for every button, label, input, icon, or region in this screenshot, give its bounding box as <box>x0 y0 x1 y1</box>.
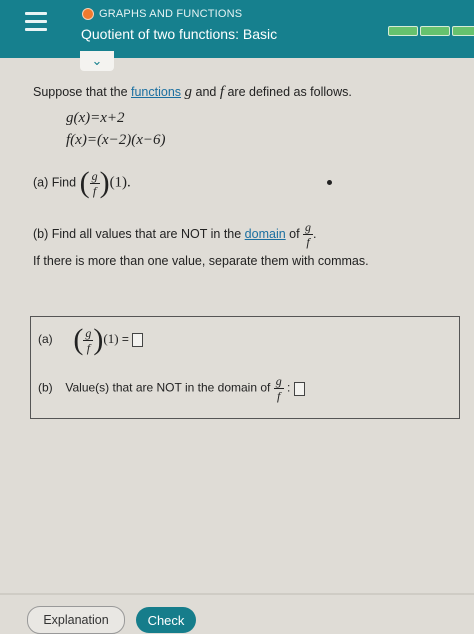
progress-segment <box>388 26 418 36</box>
answer-b-text: Value(s) that are NOT in the domain of <box>65 380 271 395</box>
fraction-g-over-f: gf <box>89 168 100 198</box>
answer-b-colon: : <box>287 380 291 395</box>
var-g: g <box>184 84 193 100</box>
frac-num: g <box>85 325 92 340</box>
intro-and: and <box>192 85 220 99</box>
equals-sign: = <box>121 332 129 347</box>
part-b-question: (b) Find all values that are NOT in the … <box>33 221 317 248</box>
answer-a-input[interactable] <box>132 333 144 347</box>
topic-row: GRAPHS AND FUNCTIONS <box>82 8 242 20</box>
progress-segment <box>452 26 474 36</box>
answer-a-label: (a) <box>38 332 53 347</box>
intro-text: Suppose that the functions g and f are d… <box>33 84 352 101</box>
eval-arg: (1). <box>109 174 131 191</box>
fraction-g-over-f: gf <box>83 325 94 355</box>
frac-num: g <box>275 374 282 388</box>
f-definition: f(x)=(x−2)(x−6) <box>66 132 166 148</box>
part-a-label: (a) Find <box>33 175 77 190</box>
answer-box: (a) (g f)(1) = (b) Value(s) that are NOT … <box>30 316 460 419</box>
answer-b-label: (b) <box>38 380 53 395</box>
functions-link[interactable]: functions <box>131 85 181 99</box>
frac-den: f <box>92 183 97 198</box>
topic-label: GRAPHS AND FUNCTIONS <box>99 8 243 20</box>
answer-a-arg: (1) <box>103 331 119 347</box>
answer-b-input[interactable] <box>293 381 305 396</box>
page-title: Quotient of two functions: Basic <box>81 26 278 42</box>
frac-den: f <box>86 340 91 355</box>
check-button[interactable]: Check <box>136 607 196 633</box>
progress-segment <box>420 26 450 36</box>
topic-status-dot <box>82 8 94 20</box>
chevron-down-icon[interactable]: ⌄ <box>80 51 114 71</box>
fraction-g-over-f: gf <box>273 374 284 403</box>
part-a-question: (a) Find (g f)(1). <box>33 166 131 199</box>
progress-bar <box>388 26 474 36</box>
frac-num: g <box>305 220 312 234</box>
part-b-text: (b) Find all values that are NOT in the <box>33 226 245 241</box>
part-b-period: . <box>313 226 317 241</box>
stray-dot <box>327 180 332 185</box>
fraction-g-over-f: gf <box>303 220 314 249</box>
frac-den: f <box>306 235 310 249</box>
menu-icon[interactable] <box>25 12 47 32</box>
header-bar: GRAPHS AND FUNCTIONS Quotient of two fun… <box>0 0 474 58</box>
frac-num: g <box>91 168 98 183</box>
g-definition: g(x)=x+2 <box>66 110 125 126</box>
intro-after: are defined as follows. <box>224 85 352 99</box>
part-b-note: If there is more than one value, separat… <box>33 254 369 268</box>
domain-link[interactable]: domain <box>245 227 286 241</box>
part-b-of: of <box>285 226 304 241</box>
answer-a-row: (a) (g f)(1) = <box>38 325 144 355</box>
footer-divider <box>0 593 474 595</box>
intro-before: Suppose that the <box>33 85 131 99</box>
answer-b-row: (b) Value(s) that are NOT in the domain … <box>38 375 305 402</box>
frac-den: f <box>277 389 281 403</box>
